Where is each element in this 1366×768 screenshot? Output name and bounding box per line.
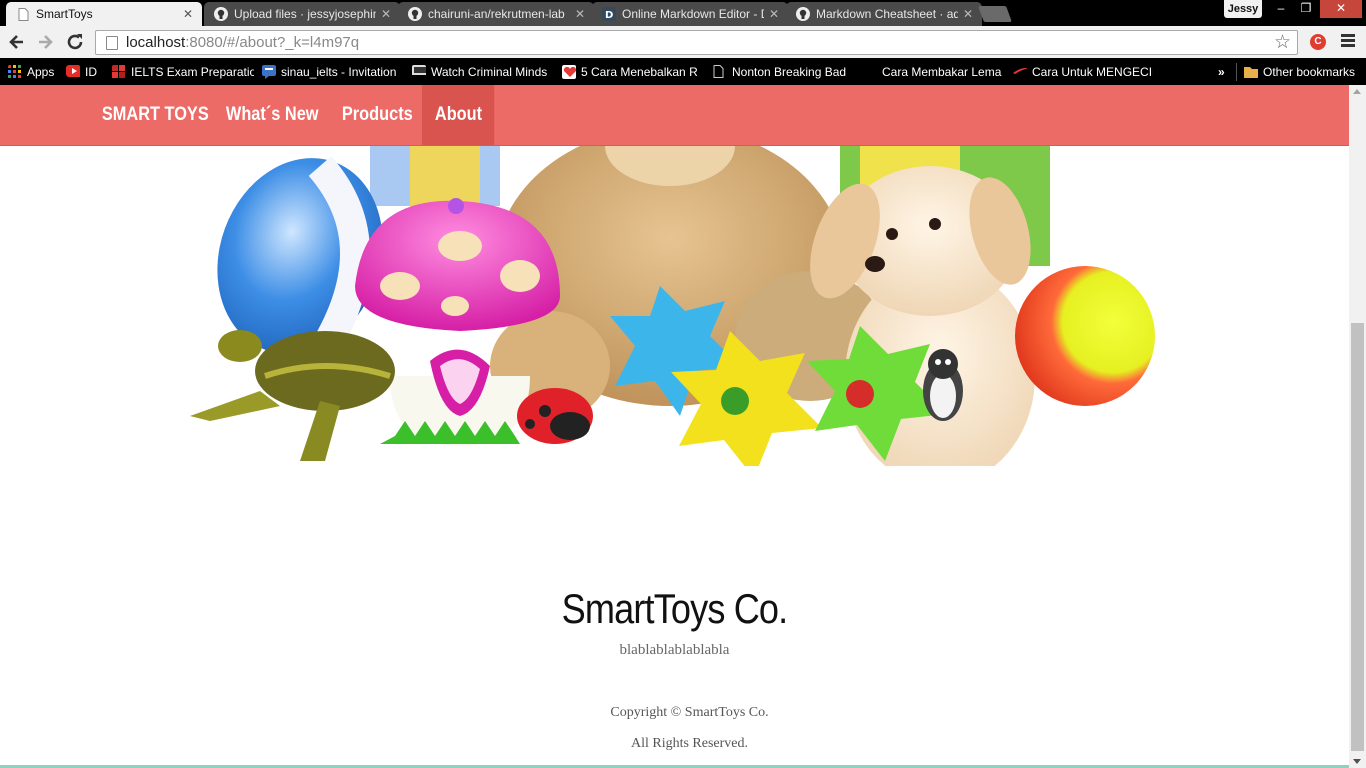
blank-icon [863, 65, 877, 79]
bookmarks-overflow-button[interactable]: » [1218, 63, 1230, 81]
tab-title: SmartToys [36, 7, 93, 21]
tab-rekrutmen[interactable]: chairuni-an/rekrutmen-lab ✕ [398, 2, 594, 26]
bookmark-label: Other bookmarks [1263, 65, 1356, 79]
bookmark-apps[interactable]: Apps [8, 63, 60, 81]
company-description: blablablablablabla [619, 642, 730, 658]
back-button[interactable] [6, 31, 28, 53]
tab-upload-files[interactable]: Upload files · jessyjosephine ✕ [204, 2, 400, 26]
bookmark-criminal-minds[interactable]: Watch Criminal Minds [412, 63, 552, 81]
page-viewport: SMART TOYS What´s New Products About Sma… [0, 85, 1349, 768]
rights-text: All Rights Reserved. [630, 736, 749, 751]
bookmark-label: Watch Criminal Minds [431, 65, 548, 79]
scrollbar-thumb[interactable] [1351, 323, 1364, 751]
tab-title: chairuni-an/rekrutmen-lab [428, 7, 565, 21]
bookmark-breaking-bad[interactable]: Nonton Breaking Bad [713, 63, 853, 81]
heart-icon [562, 65, 576, 79]
vertical-scrollbar[interactable] [1349, 85, 1366, 768]
close-tab-icon[interactable]: ✕ [574, 7, 586, 21]
scroll-down-arrow-icon[interactable] [1353, 759, 1361, 764]
other-bookmarks[interactable]: Other bookmarks [1244, 63, 1362, 81]
bookmark-label: 5 Cara Menebalkan R [581, 65, 698, 79]
close-tab-icon[interactable]: ✕ [768, 7, 780, 21]
bookmark-label: Cara Membakar Lema [882, 65, 1002, 79]
close-tab-icon[interactable]: ✕ [962, 7, 974, 21]
bookmark-cara-mengecil[interactable]: Cara Untuk MENGECIL [1013, 63, 1153, 81]
nav-whats-new[interactable]: What´s New [213, 85, 331, 145]
github-icon [796, 7, 810, 21]
tab-smarttoys[interactable]: SmartToys ✕ [6, 2, 202, 26]
url-host: localhost [126, 34, 186, 51]
tab-title: Upload files · jessyjosephine [234, 7, 376, 21]
forward-arrow-icon [39, 35, 53, 49]
bookmarks-bar: Apps ID IELTS Exam Preparatio sinau_ielt… [0, 58, 1366, 85]
bookmark-star-icon[interactable]: ☆ [1274, 32, 1291, 53]
folder-icon [1244, 67, 1258, 78]
company-name: SmartToys Co. [561, 585, 789, 632]
youtube-icon [66, 65, 80, 77]
reload-icon [67, 34, 83, 50]
dillinger-icon: D [602, 7, 616, 21]
chat-icon [262, 65, 276, 79]
page-icon [16, 7, 30, 21]
extension-icon[interactable]: C [1310, 34, 1326, 50]
bookmark-ielts[interactable]: IELTS Exam Preparatio [112, 63, 254, 81]
reload-button[interactable] [64, 31, 86, 53]
forward-button[interactable] [35, 31, 57, 53]
apps-grid-icon [8, 65, 21, 78]
bookmark-sinau-ielts[interactable]: sinau_ielts - Invitation [262, 63, 402, 81]
new-tab-button[interactable] [978, 6, 1012, 22]
tab-markdown-cheatsheet[interactable]: Markdown Cheatsheet · ad ✕ [786, 2, 982, 26]
tab-title: Online Markdown Editor - D [622, 7, 764, 21]
tab-strip: SmartToys ✕ Upload files · jessyjosephin… [0, 0, 1366, 26]
tv-icon [412, 65, 426, 75]
bookmark-label: ID [85, 65, 97, 79]
site-navbar: SMART TOYS What´s New Products About [0, 85, 1349, 146]
close-window-button[interactable]: ✕ [1320, 0, 1362, 18]
scroll-up-arrow-icon[interactable] [1353, 89, 1361, 94]
tab-title: Markdown Cheatsheet · ad [816, 7, 958, 21]
bookmark-cara-menebalkan[interactable]: 5 Cara Menebalkan R [562, 63, 700, 81]
profile-button[interactable]: Jessy [1224, 0, 1262, 18]
copyright-text: Copyright © SmartToys Co. [610, 705, 769, 720]
close-tab-icon[interactable]: ✕ [182, 7, 194, 21]
tab-markdown-editor[interactable]: D Online Markdown Editor - D ✕ [592, 2, 788, 26]
bookmark-label: Nonton Breaking Bad [732, 65, 847, 79]
page-icon [106, 35, 118, 50]
address-bar[interactable]: localhost:8080/#/about?_k=l4m97q ☆ [95, 30, 1298, 55]
chrome-menu-icon[interactable] [1341, 34, 1355, 50]
github-icon [214, 7, 228, 21]
ielts-icon [112, 65, 125, 78]
nav-products[interactable]: Products [329, 85, 426, 145]
restore-button[interactable]: ❐ [1294, 0, 1318, 18]
page-icon [713, 65, 724, 78]
bookmark-label: Cara Untuk MENGECIL [1032, 65, 1153, 79]
url-path: :8080/#/about?_k=l4m97q [185, 34, 360, 51]
bookmark-label: Apps [27, 65, 55, 79]
hero-toys-image [190, 146, 1155, 466]
close-tab-icon[interactable]: ✕ [380, 7, 392, 21]
minimize-button[interactable]: – [1270, 0, 1292, 18]
bookmarks-divider [1236, 63, 1237, 81]
bookmark-label: IELTS Exam Preparatio [131, 65, 254, 79]
swoosh-icon [1013, 67, 1027, 74]
github-icon [408, 7, 422, 21]
back-arrow-icon [9, 35, 23, 49]
bookmark-id[interactable]: ID [66, 63, 106, 81]
bookmark-label: sinau_ielts - Invitation [281, 65, 397, 79]
bookmark-cara-membakar[interactable]: Cara Membakar Lema [863, 63, 1003, 81]
nav-about[interactable]: About [422, 85, 495, 145]
brand-link[interactable]: SMART TOYS [89, 85, 222, 145]
svg-text:D: D [605, 10, 613, 21]
